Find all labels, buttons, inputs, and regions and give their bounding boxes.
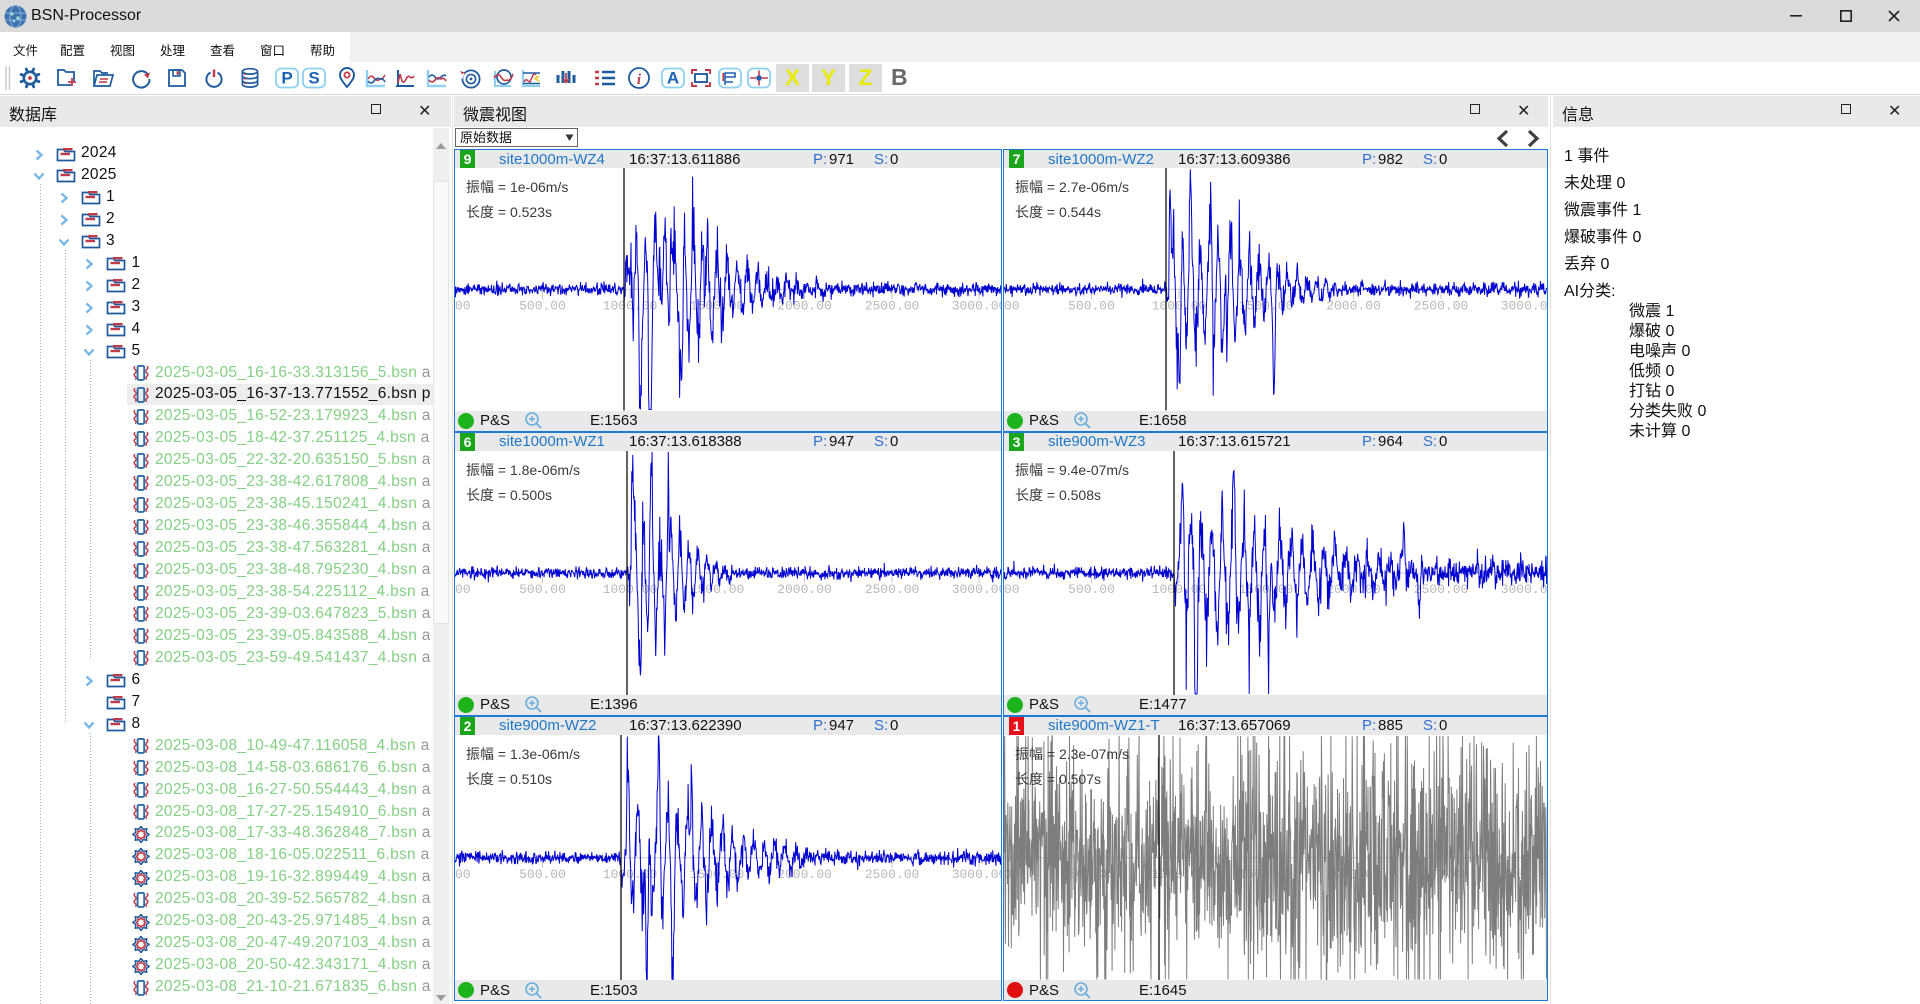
svg-text:2500.00: 2500.00: [1414, 298, 1469, 313]
svg-text:3000.00: 3000.00: [1501, 298, 1547, 313]
svg-text:2500.00: 2500.00: [1414, 582, 1469, 597]
svg-text:500.00: 500.00: [1068, 582, 1115, 597]
svg-text:2500.00: 2500.00: [865, 866, 920, 881]
svg-text:2000.00: 2000.00: [1326, 298, 1381, 313]
svg-text:2000.00: 2000.00: [777, 866, 832, 881]
svg-text:P: P: [281, 69, 292, 88]
svg-text:2000.00: 2000.00: [777, 582, 832, 597]
svg-text:0.00: 0.00: [455, 298, 471, 313]
svg-text:500.00: 500.00: [519, 582, 566, 597]
svg-text:2500.00: 2500.00: [865, 298, 920, 313]
svg-text:500.00: 500.00: [1068, 298, 1115, 313]
svg-text:3000.00: 3000.00: [952, 866, 1001, 881]
svg-text:0.00: 0.00: [1004, 298, 1020, 313]
svg-text:500.00: 500.00: [519, 298, 566, 313]
svg-text:3000.00: 3000.00: [952, 582, 1001, 597]
svg-text:1500.00: 1500.00: [690, 582, 745, 597]
svg-text:A: A: [666, 69, 678, 88]
svg-text:0.00: 0.00: [455, 866, 471, 881]
svg-text:3000.00: 3000.00: [952, 298, 1001, 313]
svg-text:3000.00: 3000.00: [1501, 582, 1547, 597]
svg-text:0.00: 0.00: [455, 582, 471, 597]
svg-text:500.00: 500.00: [519, 866, 566, 881]
svg-text:0.00: 0.00: [1004, 582, 1020, 597]
svg-text:S: S: [308, 69, 319, 88]
svg-text:2500.00: 2500.00: [865, 582, 920, 597]
svg-text:i: i: [637, 72, 642, 88]
svg-text:1000.00: 1000.00: [603, 298, 658, 313]
